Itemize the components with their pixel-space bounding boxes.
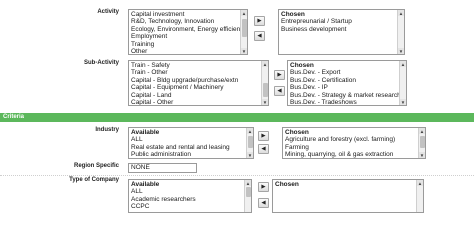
list-item[interactable]: Training [129,41,247,48]
scroll-thumb[interactable] [263,83,268,97]
activity-label: Activity [97,9,119,15]
arrow-left-icon: ◀ [261,200,266,206]
list-item[interactable]: Bus.Dev. - Export [288,69,406,76]
section-title: Criteria [3,114,25,120]
scroll-up-icon[interactable]: ▲ [241,10,247,16]
list-item[interactable]: Capital - Bldg upgrade/purchase/extn [129,77,268,84]
industry-label: Industry [95,127,119,133]
list-item[interactable]: Bus.Dev. - IP [288,84,406,91]
company-type-available-list[interactable]: Available ALL Academic researchers CCPC ▲ [128,179,252,213]
activity-chosen-header: Chosen [281,11,305,18]
activity-chosen-scrollbar[interactable]: ▲ ▼ [397,10,404,54]
scroll-up-icon[interactable]: ▲ [419,128,425,134]
sub-activity-add-button[interactable]: ▶ [274,70,285,80]
industry-add-button[interactable]: ▶ [258,131,269,141]
arrow-left-icon: ◀ [257,33,262,39]
arrow-right-icon: ▶ [257,18,262,24]
list-item[interactable]: R&D, Technology, Innovation [129,18,247,25]
company-type-chosen-header: Chosen [275,181,299,188]
arrow-right-icon: ▶ [261,133,266,139]
arrow-right-icon: ▶ [261,184,266,190]
scroll-down-icon[interactable]: ▼ [247,152,253,158]
scroll-down-icon[interactable]: ▼ [419,152,425,158]
scroll-up-icon[interactable]: ▲ [417,180,423,186]
company-type-chosen-scrollbar[interactable]: ▲ [416,180,423,212]
sub-activity-available-scrollbar[interactable]: ▲ ▼ [261,61,268,105]
scroll-down-icon[interactable]: ▼ [262,99,268,105]
scroll-down-icon[interactable]: ▼ [398,48,404,54]
sub-activity-remove-button[interactable]: ◀ [274,86,285,96]
scroll-thumb[interactable] [242,19,247,37]
list-item[interactable]: Farming [283,144,425,151]
list-item[interactable]: Academic researchers [129,196,251,203]
industry-available-scrollbar[interactable]: ▲ ▼ [246,128,253,158]
sub-activity-chosen-scrollbar[interactable]: ▲ ▼ [399,61,406,105]
activity-remove-button[interactable]: ◀ [254,31,265,41]
list-item[interactable]: Capital - Land [129,92,268,99]
list-item[interactable]: ALL [129,188,251,195]
sub-activity-label: Sub-Activity [83,60,119,66]
list-item[interactable]: Bus.Dev. - Tradeshows [288,99,406,105]
scroll-down-icon[interactable]: ▼ [400,99,406,105]
list-item[interactable]: Capital - Other [129,99,268,105]
industry-chosen-scrollbar[interactable]: ▲ ▼ [418,128,425,158]
company-type-label: Type of Company [69,177,119,183]
arrow-left-icon: ◀ [277,88,282,94]
scroll-down-icon[interactable]: ▼ [241,48,247,54]
list-item[interactable]: Bus.Dev. - Certification [288,77,406,84]
list-item[interactable]: Capital - Equipment / Machinery [129,84,268,91]
scroll-up-icon[interactable]: ▲ [398,10,404,16]
separator [0,175,474,176]
industry-available-header: Available [131,129,160,136]
list-item[interactable]: ALL [129,136,253,143]
activity-available-list[interactable]: Capital investment R&D, Technology, Innov… [128,9,248,55]
industry-available-list[interactable]: Available ALL Real estate and rental and … [128,127,254,159]
region-input[interactable]: NONE [128,163,197,173]
scroll-thumb[interactable] [248,136,253,148]
industry-chosen-list[interactable]: Chosen Agriculture and forestry (excl. f… [282,127,426,159]
activity-add-button[interactable]: ▶ [254,16,265,26]
list-item[interactable]: Other [129,48,247,54]
list-item[interactable]: Employment [129,33,247,40]
list-item[interactable]: CCPC [129,203,251,210]
activity-available-scrollbar[interactable]: ▲ ▼ [240,10,247,54]
list-item[interactable]: Train - Other [129,69,268,76]
scroll-up-icon[interactable]: ▲ [245,180,251,186]
region-label: Region Specific [73,163,119,169]
list-item[interactable]: Train - Safety [129,62,268,69]
list-item[interactable]: Mining, quarrying, oil & gas extraction [283,151,425,158]
list-item[interactable]: Public administration [129,151,253,158]
list-item[interactable]: Agriculture and forestry (excl. farming) [283,136,425,143]
list-item[interactable]: Business development [279,26,404,33]
scroll-up-icon[interactable]: ▲ [400,61,406,67]
scroll-up-icon[interactable]: ▲ [262,61,268,67]
company-type-available-header: Available [131,181,160,188]
company-type-add-button[interactable]: ▶ [258,182,269,192]
sub-activity-available-list[interactable]: Train - Safety Train - Other Capital - Bld… [128,60,269,106]
scroll-thumb[interactable] [420,136,425,148]
company-type-available-scrollbar[interactable]: ▲ [244,180,251,212]
company-type-chosen-list[interactable]: Chosen ▲ [272,179,424,213]
activity-chosen-list[interactable]: Chosen Entrepreunarial / Startup Business… [278,9,405,55]
company-type-remove-button[interactable]: ◀ [258,198,269,208]
list-item[interactable]: Entrepreunarial / Startup [279,18,404,25]
scroll-up-icon[interactable]: ▲ [247,128,253,134]
industry-chosen-header: Chosen [285,129,309,136]
list-item[interactable]: Ecology, Environment, Energy efficiency [129,26,247,33]
criteria-section-header: Criteria [0,113,474,122]
list-item[interactable]: Real estate and rental and leasing [129,144,253,151]
sub-activity-chosen-header: Chosen [290,62,314,69]
list-item[interactable]: Bus.Dev. - Strategy & market research [288,92,406,99]
arrow-left-icon: ◀ [261,146,266,152]
scroll-thumb[interactable] [246,187,251,197]
arrow-right-icon: ▶ [277,72,282,78]
sub-activity-chosen-list[interactable]: Chosen Bus.Dev. - Export Bus.Dev. - Certi… [287,60,407,106]
industry-remove-button[interactable]: ◀ [258,144,269,154]
list-item[interactable]: Capital investment [129,11,247,18]
